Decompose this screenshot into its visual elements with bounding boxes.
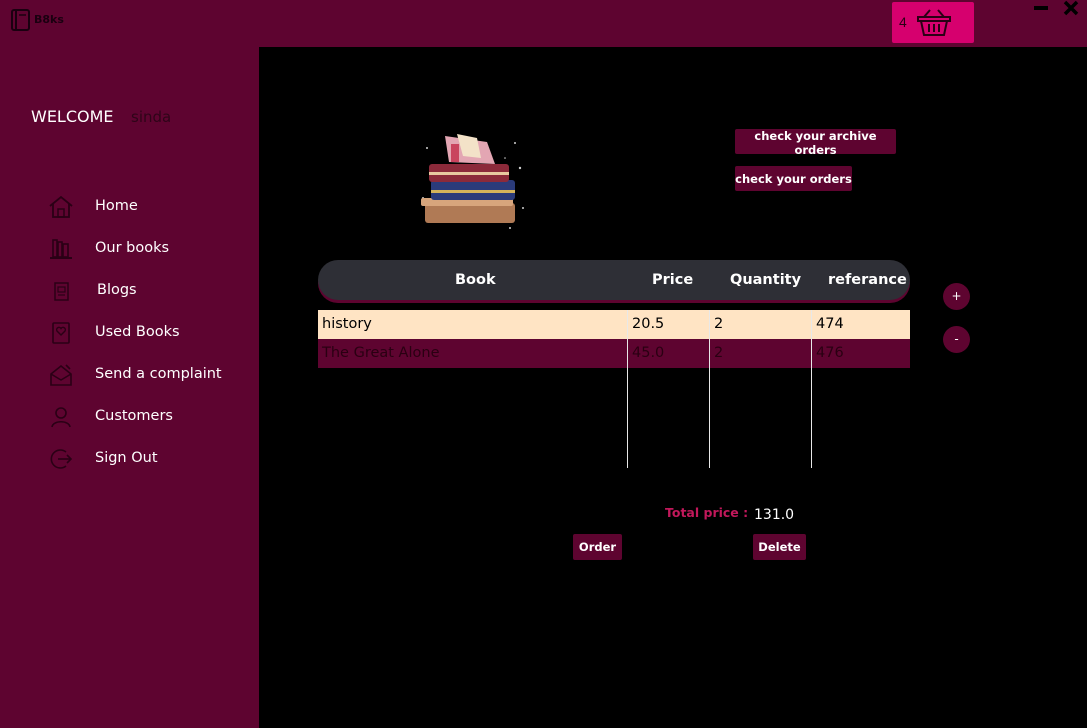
minimize-icon[interactable]	[1033, 2, 1049, 14]
sidebar-item-label: Customers	[95, 408, 173, 424]
column-divider	[709, 310, 710, 468]
column-header-book[interactable]: Book	[455, 272, 496, 288]
cell-price: 20.5	[632, 316, 665, 332]
check-orders-button[interactable]: check your orders	[735, 166, 852, 191]
sidebar-item-label: Send a complaint	[95, 366, 222, 382]
column-header-reference[interactable]: referance	[828, 272, 907, 288]
table-row[interactable]: history 20.5 2 474	[318, 310, 910, 339]
sidebar-item-customers[interactable]: Customers	[48, 402, 248, 432]
column-divider	[811, 310, 812, 468]
cell-quantity: 2	[714, 316, 724, 332]
total-price-label: Total price :	[665, 505, 749, 520]
cell-price: 45.0	[632, 345, 665, 361]
sidebar-item-label: Blogs	[97, 282, 137, 298]
cell-reference: 476	[816, 345, 844, 361]
sidebar: WELCOME sinda Home Our books Blogs Used …	[0, 47, 259, 728]
close-icon[interactable]	[1062, 0, 1080, 16]
main-panel	[259, 47, 1087, 728]
sidebar-item-label: Sign Out	[95, 450, 158, 466]
cell-quantity: 2	[714, 345, 724, 361]
sidebar-item-label: Used Books	[95, 324, 180, 340]
home-icon	[49, 195, 73, 218]
used-book-icon	[52, 322, 70, 344]
sidebar-item-our-books[interactable]: Our books	[48, 234, 248, 264]
column-header-quantity[interactable]: Quantity	[730, 272, 801, 288]
sidebar-item-label: Home	[95, 198, 138, 214]
cell-book: history	[322, 316, 372, 332]
cell-reference: 474	[816, 316, 844, 332]
cart-count: 4	[899, 14, 907, 30]
decrease-quantity-button[interactable]: -	[943, 326, 970, 353]
sidebar-item-home[interactable]: Home	[48, 192, 248, 222]
total-price-value: 131.0	[754, 507, 795, 523]
title-bar: B8ks 4	[0, 0, 1087, 47]
complaint-icon	[50, 364, 72, 386]
welcome-label: WELCOME	[31, 107, 114, 126]
username: sinda	[131, 108, 172, 126]
order-button[interactable]: Order	[573, 534, 622, 560]
book-logo-icon	[11, 9, 30, 31]
delete-button[interactable]: Delete	[753, 534, 806, 560]
table-row[interactable]: The Great Alone 45.0 2 476	[318, 339, 910, 368]
column-header-price[interactable]: Price	[652, 272, 693, 288]
table-header: Book Price Quantity referance	[318, 260, 910, 300]
sidebar-item-used-books[interactable]: Used Books	[48, 318, 248, 348]
sidebar-item-send-complaint[interactable]: Send a complaint	[48, 360, 248, 390]
blog-icon	[54, 282, 69, 301]
sign-out-icon	[50, 449, 73, 469]
cell-book: The Great Alone	[322, 345, 440, 361]
customers-icon	[51, 407, 71, 428]
sidebar-item-sign-out[interactable]: Sign Out	[48, 444, 248, 474]
basket-icon	[917, 9, 951, 36]
archive-orders-button[interactable]: check your archive orders	[735, 129, 896, 157]
increase-quantity-button[interactable]: +	[943, 283, 970, 310]
sidebar-item-blogs[interactable]: Blogs	[48, 276, 248, 306]
bookshelf-icon	[50, 239, 72, 259]
cart-button[interactable]: 4	[892, 2, 974, 43]
app-name: B8ks	[34, 13, 64, 26]
books-stack-image	[421, 134, 524, 229]
column-divider	[627, 310, 628, 468]
sidebar-item-label: Our books	[95, 240, 170, 256]
